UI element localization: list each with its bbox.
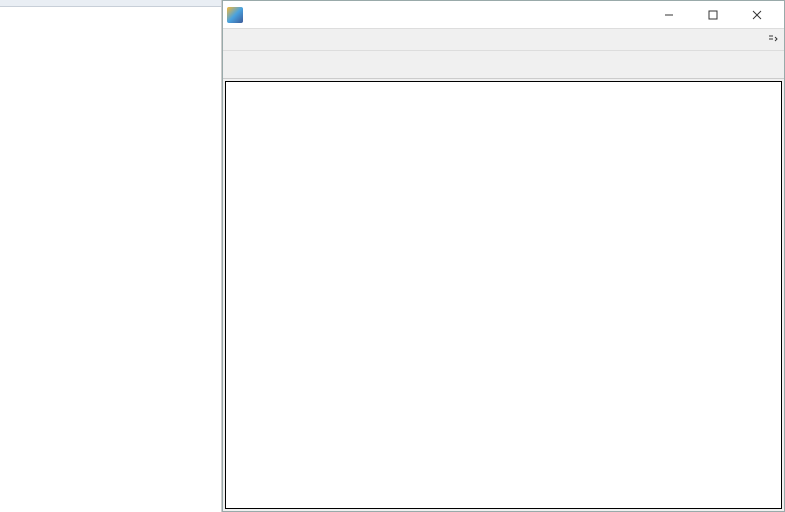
matlab-icon xyxy=(227,7,243,23)
fx-prompt[interactable] xyxy=(10,13,217,32)
subplot-1-mesh[interactable] xyxy=(266,91,761,287)
command-window xyxy=(0,0,222,512)
minimize-button[interactable] xyxy=(648,4,690,26)
figure-menubar xyxy=(223,29,784,51)
figure-titlebar[interactable] xyxy=(223,1,784,29)
command-body[interactable] xyxy=(0,7,221,512)
command-window-title xyxy=(0,0,221,7)
maximize-button[interactable] xyxy=(692,4,734,26)
subplot-2-surf[interactable] xyxy=(266,304,761,500)
figure-toolbar xyxy=(223,51,784,79)
figure-window xyxy=(222,0,785,512)
close-button[interactable] xyxy=(736,4,778,26)
menu-dropdown-icon[interactable] xyxy=(766,32,780,46)
figure-canvas xyxy=(225,81,782,509)
